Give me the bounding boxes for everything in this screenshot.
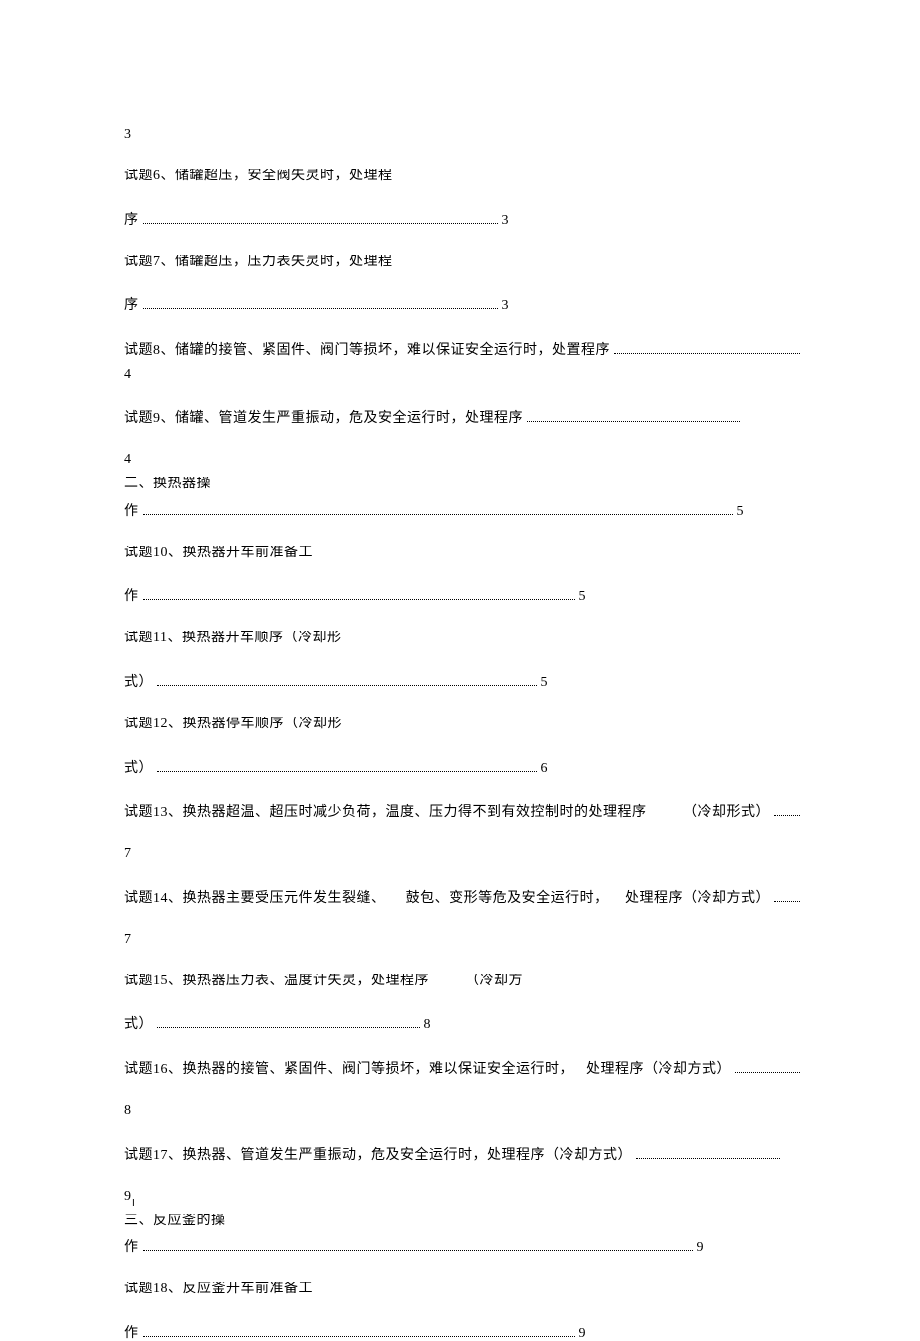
- toc-line: 式） 8: [124, 1015, 431, 1033]
- page-number: 3: [502, 214, 510, 228]
- page-number: 4: [124, 368, 132, 382]
- toc-line: 试题18、反应釜开车前准备工: [124, 1282, 804, 1296]
- toc-line: 试题7、储罐超压，压力表失灵时，处理程: [124, 255, 804, 269]
- toc-line: 试题15、换热器压力表、温度计失灵，处理程序 （冷却方: [124, 974, 804, 988]
- text: 试题14、换热器主要受压元件发生裂缝、: [124, 892, 386, 906]
- leader-dots: [143, 592, 575, 601]
- page-number: 7: [124, 847, 132, 861]
- text: 试题15、换热器压力表、温度计失灵，处理程序: [124, 974, 429, 988]
- text: 式）: [124, 1018, 153, 1032]
- text: （冷却方: [465, 974, 523, 988]
- text: 作: [124, 1327, 139, 1341]
- leader-dots: [143, 1328, 575, 1337]
- leader-dots: [143, 300, 498, 309]
- text: 式）: [124, 676, 153, 690]
- toc-line: 作 5: [124, 587, 586, 605]
- text: 二、换热器操: [124, 477, 211, 491]
- text: 试题13、换热器超温、超压时减少负荷，温度、压力得不到有效控制时的处理程序: [124, 806, 647, 820]
- toc-line: 式） 6: [124, 758, 548, 776]
- toc-line: 4: [124, 368, 804, 382]
- leader-dots: [735, 1064, 800, 1073]
- text: 处理程序（冷却方式）: [586, 1063, 731, 1077]
- text: 试题16、换热器的接管、紧固件、阀门等损坏，难以保证安全运行时，: [124, 1063, 574, 1077]
- text: 试题9、储罐、管道发生严重振动，危及安全运行时，处理程序: [124, 412, 523, 426]
- text: 处理程序（冷却方式）: [625, 892, 770, 906]
- toc-line: 7: [124, 847, 804, 861]
- text: 作: [124, 505, 139, 519]
- toc-line: 试题8、储罐的接管、紧固件、阀门等损坏，难以保证安全运行时，处置程序: [124, 340, 804, 358]
- document-page: 3 试题6、储罐超压，安全阀失灵时，处理程 序 3 试题7、储罐超压，压力表失灵…: [124, 128, 804, 1341]
- text: 试题10、换热器开车前准备工: [124, 546, 313, 560]
- toc-line: 3: [124, 128, 804, 142]
- leader-dots: [143, 506, 733, 515]
- leader-dots: [774, 808, 800, 817]
- text: 试题17、换热器、管道发生严重振动，危及安全运行时，处理程序（冷却方式）: [124, 1149, 632, 1163]
- leader-dots: [157, 763, 537, 772]
- leader-dots: [614, 345, 800, 354]
- page-number: 9: [579, 1327, 587, 1341]
- toc-line: 试题6、储罐超压，安全阀失灵时，处理程: [124, 169, 804, 183]
- toc-line: 作 9: [124, 1323, 586, 1341]
- toc-line: 试题14、换热器主要受压元件发生裂缝、 鼓包、变形等危及安全运行时， 处理程序（…: [124, 888, 804, 906]
- text: 试题12、换热器停车顺序（冷却形: [124, 717, 342, 731]
- toc-line: 试题11、换热器开车顺序（冷却形: [124, 631, 804, 645]
- page-number: 4: [124, 453, 132, 467]
- toc-line: 序 3: [124, 210, 509, 228]
- page-marker: I: [132, 1199, 135, 1209]
- leader-dots: [157, 677, 537, 686]
- toc-line: 作 9: [124, 1238, 704, 1256]
- page-number: 8: [424, 1018, 432, 1032]
- toc-line: 7: [124, 933, 804, 947]
- text: 作: [124, 1241, 139, 1255]
- leader-dots: [774, 893, 800, 902]
- leader-dots: [527, 414, 740, 423]
- toc-line: 试题12、换热器停车顺序（冷却形: [124, 717, 804, 731]
- text: 式）: [124, 762, 153, 776]
- leader-dots: [143, 215, 498, 224]
- text: 序: [124, 299, 139, 313]
- text: 作: [124, 590, 139, 604]
- text: 三、反应釜的操: [124, 1214, 226, 1228]
- page-number: 5: [737, 505, 745, 519]
- toc-line: 9: [124, 1190, 804, 1204]
- toc-line: 试题16、换热器的接管、紧固件、阀门等损坏，难以保证安全运行时， 处理程序（冷却…: [124, 1059, 804, 1077]
- leader-dots: [157, 1020, 420, 1029]
- toc-line: 试题13、换热器超温、超压时减少负荷，温度、压力得不到有效控制时的处理程序 （冷…: [124, 803, 804, 821]
- toc-line: 序 3: [124, 296, 509, 314]
- page-number: 8: [124, 1104, 132, 1118]
- toc-line: 试题9、储罐、管道发生严重振动，危及安全运行时，处理程序: [124, 409, 744, 427]
- toc-line: 作 5: [124, 501, 744, 519]
- page-number: 9: [124, 1190, 132, 1204]
- page-number: 3: [502, 299, 510, 313]
- text: 试题8、储罐的接管、紧固件、阀门等损坏，难以保证安全运行时，处置程序: [124, 344, 610, 358]
- text: 鼓包、变形等危及安全运行时，: [406, 892, 609, 906]
- toc-line: 试题17、换热器、管道发生严重振动，危及安全运行时，处理程序（冷却方式）: [124, 1145, 784, 1163]
- text: 试题11、换热器开车顺序（冷却形: [124, 631, 341, 645]
- text: 试题18、反应釜开车前准备工: [124, 1282, 313, 1296]
- page-number: 9: [697, 1241, 705, 1255]
- toc-line: 式） 5: [124, 672, 548, 690]
- toc-line: 8: [124, 1104, 804, 1118]
- text: 试题6、储罐超压，安全阀失灵时，处理程: [124, 169, 393, 183]
- text: 试题7、储罐超压，压力表失灵时，处理程: [124, 255, 393, 269]
- toc-section: 三、反应釜的操: [124, 1214, 804, 1228]
- text: 3: [124, 128, 132, 142]
- text: （冷却形式）: [683, 806, 770, 820]
- toc-line: 4: [124, 453, 804, 467]
- page-number: 6: [541, 762, 549, 776]
- toc-line: 试题10、换热器开车前准备工: [124, 546, 804, 560]
- page-number: 5: [541, 676, 549, 690]
- page-number: 5: [579, 590, 587, 604]
- page-number: 7: [124, 933, 132, 947]
- leader-dots: [636, 1150, 780, 1159]
- leader-dots: [143, 1242, 693, 1251]
- text: 序: [124, 214, 139, 228]
- toc-section: 二、换热器操: [124, 477, 804, 491]
